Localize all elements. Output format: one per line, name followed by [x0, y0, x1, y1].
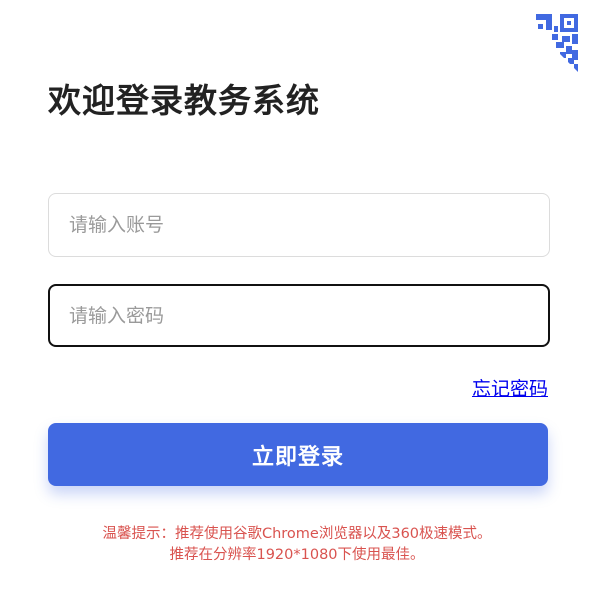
account-input[interactable]: [48, 193, 550, 257]
tip-line-resolution: 推荐在分辨率1920*1080下使用最佳。: [169, 547, 425, 563]
qr-code-icon: [536, 14, 578, 72]
page-title: 欢迎登录教务系统: [48, 81, 320, 120]
login-button[interactable]: 立即登录: [48, 423, 548, 486]
qr-code-login-toggle[interactable]: [518, 12, 580, 74]
password-input[interactable]: [48, 284, 550, 347]
browser-tip: 温馨提示：推荐使用谷歌Chrome浏览器以及360极速模式。 推荐在分辨率192…: [0, 524, 594, 566]
forgot-password-link[interactable]: 忘记密码: [472, 374, 548, 401]
tip-line-browser: 温馨提示：推荐使用谷歌Chrome浏览器以及360极速模式。: [102, 526, 492, 542]
